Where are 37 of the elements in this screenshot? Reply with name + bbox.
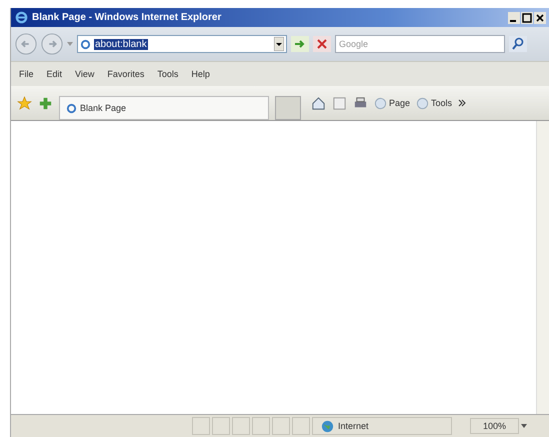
status-pane	[292, 417, 310, 435]
dropdown-icon[interactable]	[274, 37, 284, 51]
menu-item[interactable]: Favorites	[107, 69, 144, 79]
status-pane	[252, 417, 270, 435]
toolbar-button[interactable]: Page	[374, 96, 410, 110]
caret-icon[interactable]	[521, 424, 528, 428]
status-pane	[192, 417, 210, 435]
home-icon[interactable]	[311, 96, 326, 110]
search-icon[interactable]	[509, 36, 527, 52]
close-icon[interactable]	[534, 12, 546, 24]
menu-item[interactable]: File	[19, 69, 34, 79]
chevron-icon[interactable]	[458, 99, 466, 107]
printer-icon[interactable]	[353, 96, 368, 110]
menu-item[interactable]: Tools	[157, 69, 178, 79]
status-pane	[272, 417, 290, 435]
toolbar-button[interactable]: Tools	[416, 96, 452, 110]
status-pane	[232, 417, 250, 435]
page-icon	[80, 38, 91, 50]
zone-label: Internet	[338, 421, 369, 431]
status-pane	[212, 417, 230, 435]
menu-item[interactable]: Help	[191, 69, 210, 79]
search-field[interactable]: Google	[335, 35, 505, 53]
menu-item[interactable]: View	[75, 69, 94, 79]
star-icon[interactable]	[17, 96, 32, 110]
zoom-button[interactable]: 100%	[470, 418, 520, 434]
scrollbar[interactable]	[536, 121, 549, 414]
stop-icon[interactable]	[313, 36, 331, 52]
maximize-icon[interactable]	[521, 12, 533, 24]
go-icon[interactable]	[291, 36, 309, 52]
browser-logo-icon	[15, 11, 28, 24]
tab[interactable]: Blank Page	[59, 96, 269, 120]
address-field[interactable]: about:blank	[77, 35, 287, 53]
add-favorite-icon[interactable]	[38, 96, 53, 110]
window-title: Blank Page - Windows Internet Explorer	[32, 12, 222, 23]
minimize-icon[interactable]	[508, 12, 520, 24]
page-icon	[66, 102, 77, 114]
menu-item[interactable]: Edit	[46, 69, 62, 79]
